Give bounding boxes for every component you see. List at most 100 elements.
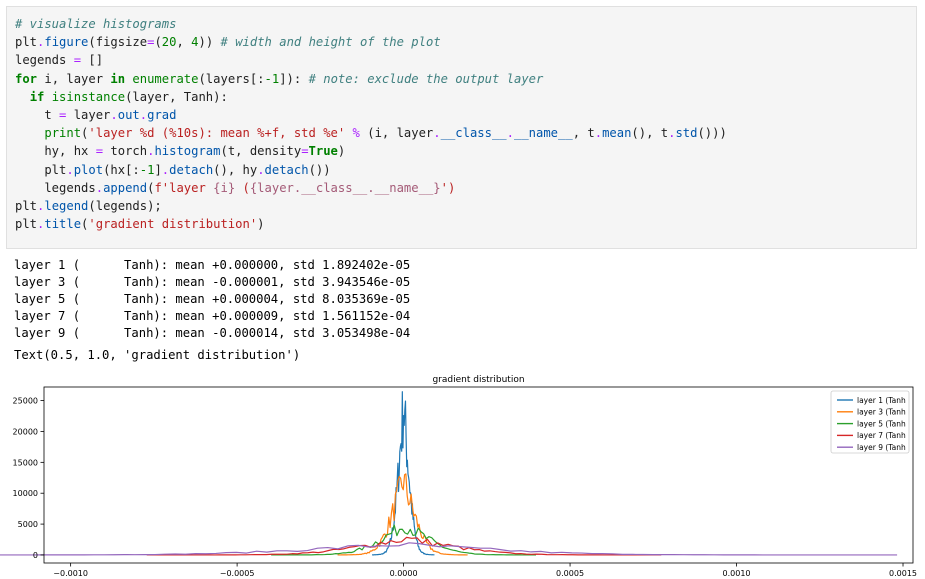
code-editor[interactable]: # visualize histograms plt.figure(figsize… — [15, 15, 727, 233]
code-token: legends — [15, 53, 74, 68]
code-token: figsize — [95, 35, 148, 50]
stdout-line: layer 3 ( Tanh): mean -0.000001, std 3.9… — [14, 275, 411, 289]
code-token: plot — [73, 162, 104, 177]
code-token: ) — [337, 144, 346, 159]
legend-label: layer 1 (Tanh — [857, 396, 906, 405]
chart-title: gradient distribution — [432, 375, 524, 385]
code-token: [] — [81, 53, 104, 68]
code-token: {i} — [213, 180, 236, 195]
y-tick-label: 10000 — [13, 489, 38, 498]
code-line: legends = [] — [15, 51, 727, 69]
y-tick-label: 5000 — [18, 520, 38, 529]
code-token: # width and height of the plot — [220, 35, 441, 50]
code-token: (layer, Tanh): — [125, 89, 228, 104]
cell-result-text: Text(0.5, 1.0, 'gradient distribution') — [14, 348, 301, 362]
code-token: enumerate — [132, 71, 199, 86]
x-tick-label: 0.0015 — [889, 569, 917, 578]
code-token: . — [594, 126, 603, 141]
code-token: figure — [44, 35, 89, 50]
code-token: 20 — [161, 35, 177, 50]
code-token: layer — [66, 107, 111, 122]
code-line: print('layer %d (%10s): mean %+f, std %e… — [15, 124, 727, 142]
code-token: # visualize histograms — [15, 17, 177, 31]
code-token: grad — [147, 107, 177, 122]
code-token: torch — [103, 144, 148, 159]
code-token: = — [73, 53, 82, 68]
code-cell[interactable]: # visualize histograms plt.figure(figsize… — [6, 6, 917, 249]
code-token: (hx[: — [103, 162, 140, 177]
stdout-line: layer 9 ( Tanh): mean -0.000014, std 3.0… — [14, 326, 411, 340]
code-token: __class__ — [440, 126, 507, 141]
code-token: append — [103, 180, 148, 195]
code-token: legends — [15, 180, 96, 195]
code-token: # note: exclude the output layer — [308, 71, 544, 86]
code-token: std — [675, 126, 698, 141]
x-tick-label: 0.0010 — [723, 569, 751, 578]
code-token: ( — [235, 180, 250, 195]
code-token: -1 — [139, 162, 155, 177]
code-token: . — [66, 162, 74, 177]
code-token: , t — [572, 126, 595, 141]
stdout-line: layer 1 ( Tanh): mean +0.000000, std 1.8… — [14, 258, 411, 272]
code-token: (layers[: — [198, 71, 265, 86]
stdout-line: layer 7 ( Tanh): mean +0.000009, std 1.5… — [14, 309, 411, 323]
code-token: (legends); — [88, 198, 162, 213]
series-line-3 — [337, 473, 468, 556]
code-token: f'layer — [154, 180, 214, 195]
code-line: t = layer.out.grad — [15, 106, 727, 124]
code-token: plt — [15, 217, 38, 232]
code-line: plt.plot(hx[:-1].detach(), hy.detach()) — [15, 161, 727, 179]
code-token: -1 — [264, 71, 280, 86]
code-token: . — [110, 107, 118, 122]
code-line: # visualize histograms — [15, 15, 727, 33]
code-token: if — [29, 89, 45, 104]
code-token: 4 — [191, 35, 199, 50]
code-token: i, layer — [37, 71, 111, 86]
code-token: title — [44, 217, 82, 232]
code-token: (i, layer — [359, 126, 434, 141]
code-token: )) — [198, 35, 221, 50]
code-token: 'gradient distribution' — [88, 217, 258, 232]
code-token: , — [176, 35, 192, 50]
gradient-distribution-chart: gradient distribution −0.0010 −0.0005 0.000… — [0, 375, 917, 578]
y-tick-label: 15000 — [13, 458, 38, 467]
x-tick-label: 0.0000 — [390, 569, 418, 578]
code-line: plt.title('gradient distribution') — [15, 215, 727, 233]
code-token: . — [95, 180, 104, 195]
code-token: . — [139, 107, 148, 122]
code-token: (), t — [631, 126, 669, 141]
code-token: True — [308, 144, 338, 159]
code-token: detach — [169, 162, 214, 177]
x-tick-label: −0.0010 — [53, 569, 88, 578]
code-token: plt — [15, 198, 38, 213]
code-token: in — [110, 71, 126, 86]
plot-frame — [43, 386, 914, 564]
code-token: % — [352, 126, 360, 141]
code-token: detach — [264, 162, 309, 177]
code-token: ())) — [697, 126, 727, 141]
plot-output: gradient distribution −0.0010 −0.0005 0.000… — [0, 368, 925, 579]
code-token: . — [506, 126, 514, 141]
legend-label: layer 7 (Tanh — [857, 431, 906, 440]
code-token: ') — [440, 180, 456, 195]
code-line: hy, hx = torch.histogram(t, density=True… — [15, 142, 727, 160]
y-tick-label: 0 — [33, 551, 38, 560]
code-token: plt — [15, 35, 38, 50]
code-token: plt — [15, 162, 67, 177]
code-line: if isinstance(layer, Tanh): — [15, 88, 727, 106]
code-token: (t, density — [220, 144, 302, 159]
code-line: plt.figure(figsize=(20, 4)) # width and … — [15, 33, 727, 51]
code-token: hy, hx — [15, 144, 96, 159]
code-line: legends.append(f'layer {i} ({layer.__cla… — [15, 179, 727, 197]
code-token: t — [15, 107, 60, 122]
code-token: 'layer %d (%10s): mean %+f, std %e' — [88, 126, 346, 141]
code-token: {layer.__class__.__name__} — [249, 180, 441, 195]
code-token: legend — [44, 198, 89, 213]
code-token: = — [95, 144, 104, 159]
x-tick-label: 0.0005 — [556, 569, 584, 578]
code-line: plt.legend(legends); — [15, 197, 727, 215]
